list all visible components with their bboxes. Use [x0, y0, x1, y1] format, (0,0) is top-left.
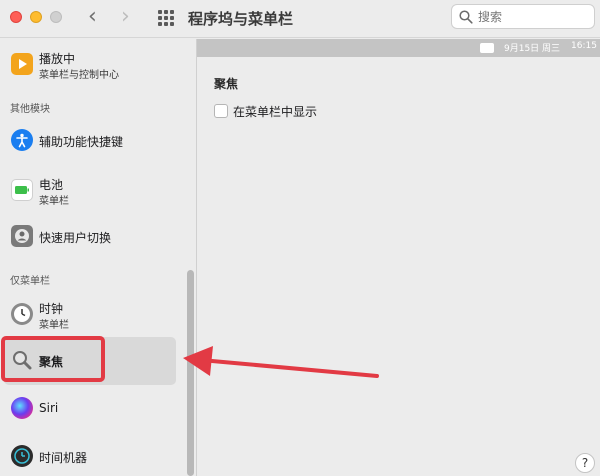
annotation-highlight-box [1, 336, 105, 382]
menubar-preview: 9月15日 周三 16:15 [197, 39, 600, 57]
sidebar-item-label: 播放中 [39, 52, 76, 66]
sidebar: 播放中 菜单栏与控制中心 其他模块 辅助功能快捷键 电池 菜单栏 快速用户切换 … [0, 39, 195, 476]
forward-button[interactable]: › [121, 6, 130, 28]
content-pane: 9月15日 周三 16:15 聚焦 在菜单栏中显示 ? [196, 39, 600, 476]
section-header-menubar-only: 仅菜单栏 [10, 276, 50, 287]
siri-icon [11, 397, 33, 419]
search-icon [459, 10, 473, 24]
time-machine-icon [11, 445, 33, 467]
play-icon [11, 53, 33, 75]
user-switch-icon [11, 225, 33, 247]
section-header-other-modules: 其他模块 [10, 104, 50, 115]
sidebar-item-label: Siri [39, 401, 59, 415]
sidebar-item-battery[interactable]: 电池 菜单栏 [0, 173, 186, 207]
sidebar-item-time-machine[interactable]: 时间机器 [0, 443, 186, 473]
accessibility-icon [11, 129, 33, 151]
close-window-button[interactable] [10, 11, 22, 23]
sidebar-item-sublabel: 菜单栏 [39, 196, 69, 207]
sidebar-item-clock[interactable]: 时钟 菜单栏 [0, 297, 186, 331]
sidebar-item-label: 辅助功能快捷键 [39, 135, 124, 149]
sidebar-scrollbar[interactable] [187, 270, 194, 476]
help-button[interactable]: ? [575, 453, 595, 473]
checkbox-label[interactable]: 在菜单栏中显示 [233, 103, 317, 120]
sidebar-item-label: 时间机器 [39, 451, 88, 465]
show-all-grid-icon[interactable] [158, 10, 174, 26]
sidebar-item-accessibility-shortcut[interactable]: 辅助功能快捷键 [0, 127, 186, 157]
title-bar: ‹ › 程序坞与菜单栏 [0, 0, 600, 38]
sidebar-item-label: 电池 [39, 178, 64, 192]
search-field[interactable] [451, 4, 595, 29]
minimize-window-button[interactable] [30, 11, 42, 23]
search-input[interactable] [478, 8, 588, 26]
battery-icon [11, 179, 33, 201]
sidebar-item-fast-user-switching[interactable]: 快速用户切换 [0, 223, 186, 253]
window-title: 程序坞与菜单栏 [188, 10, 294, 28]
camera-icon [480, 43, 494, 53]
menubar-date: 9月15日 周三 [504, 44, 561, 54]
back-button[interactable]: ‹ [88, 6, 97, 28]
sidebar-item-label: 时钟 [39, 302, 64, 316]
clock-icon [11, 303, 33, 325]
sidebar-item-sublabel: 菜单栏与控制中心 [39, 70, 119, 81]
sidebar-item-siri[interactable]: Siri [0, 395, 186, 425]
fullscreen-window-button[interactable] [50, 11, 62, 23]
sidebar-item-sublabel: 菜单栏 [39, 320, 69, 331]
menubar-time: 16:15 [571, 41, 597, 51]
section-title: 聚焦 [214, 77, 239, 91]
sidebar-item-label: 快速用户切换 [39, 231, 112, 245]
sidebar-item-now-playing[interactable]: 播放中 菜单栏与控制中心 [0, 47, 186, 81]
show-in-menubar-checkbox[interactable] [214, 104, 228, 118]
